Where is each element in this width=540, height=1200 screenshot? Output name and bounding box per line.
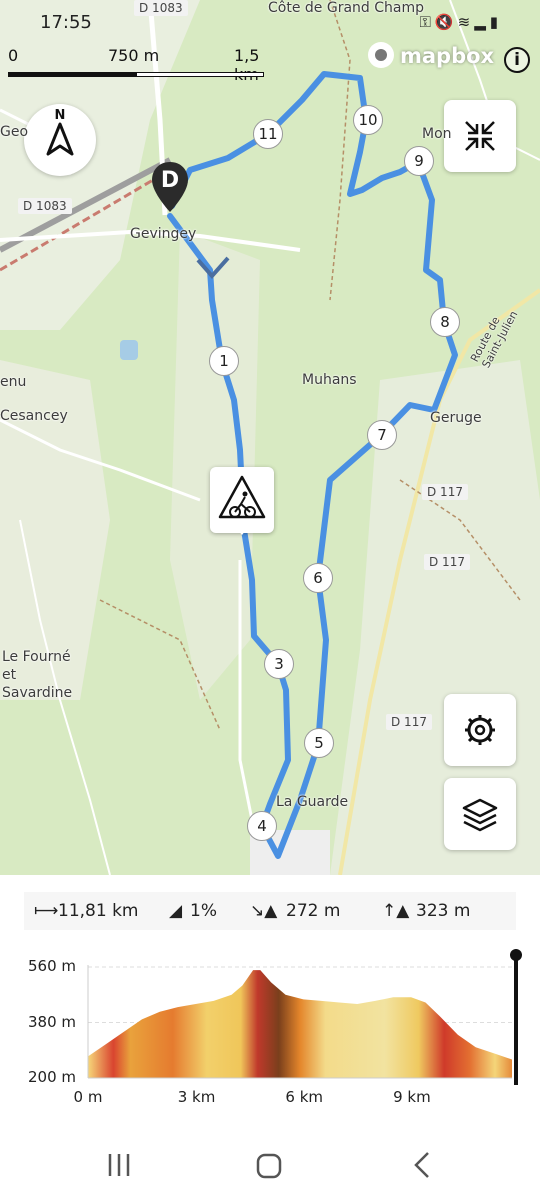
gear-icon [465, 715, 495, 745]
descent-icon: ↘▲ [250, 901, 278, 921]
compass-arrow-icon [46, 122, 74, 156]
place-label: Gevingey [130, 226, 197, 242]
waypoint-marker[interactable]: 7 [367, 420, 397, 450]
distance-icon: ⟼ [34, 901, 59, 921]
info-button[interactable]: i [504, 47, 530, 73]
waypoint-marker[interactable]: 11 [253, 119, 283, 149]
descent-value: 272 m [286, 901, 341, 921]
status-icons: ⚿🔇≋▂▮ [420, 13, 503, 31]
y-tick-label: 560 m [28, 957, 77, 975]
battery-icon: ▮ [489, 13, 502, 31]
waypoint-marker[interactable]: 10 [353, 105, 383, 135]
waypoint-marker[interactable]: 5 [304, 728, 334, 758]
x-tick-label: 0 m [73, 1088, 103, 1106]
scale-end: 1,5 km [234, 46, 260, 84]
cycling-poi-callout[interactable] [210, 467, 274, 535]
road-shield: D 1083 [18, 198, 72, 214]
place-label: Geo [0, 124, 29, 140]
collapse-arrows-icon [465, 121, 495, 151]
place-label: Cesancey [0, 408, 68, 424]
route-stats-bar: ⟼ 11,81 km ◢ 1% ↘▲ 272 m ↑▲ 323 m [24, 892, 516, 930]
wifi-icon: ≋ [457, 13, 475, 31]
elevation-area [88, 970, 512, 1078]
x-tick-label: 9 km [393, 1088, 431, 1106]
road-shield: D 117 [424, 554, 470, 570]
y-tick-label: 200 m [28, 1068, 77, 1086]
place-label: Le Fourné et Savardine [2, 649, 73, 701]
place-label: Mon [422, 126, 452, 142]
distance-value: 11,81 km [58, 901, 139, 921]
mapbox-text: mapbox [400, 44, 495, 68]
elevation-profile[interactable]: 560 m 380 m 200 m 0 m 3 km 6 km 9 km [0, 945, 540, 1115]
cyclist-warning-icon [218, 475, 266, 519]
road-shield: D 117 [422, 484, 468, 500]
map-view[interactable]: 17:55 ⚿🔇≋▂▮ 0 750 m 1,5 km mapbox i N [0, 0, 540, 875]
start-marker-letter: D [160, 168, 180, 193]
mapbox-icon [368, 42, 394, 68]
place-label: La Guarde [276, 794, 349, 810]
mute-icon: 🔇 [434, 13, 458, 31]
back-button[interactable] [414, 1152, 429, 1178]
home-button[interactable] [256, 1153, 282, 1179]
start-marker[interactable]: D [150, 160, 190, 216]
grade-value: 1% [190, 901, 217, 921]
map-scale: 0 750 m 1,5 km [6, 44, 264, 84]
ascent-icon: ↑▲ [382, 901, 410, 921]
waypoint-marker[interactable]: 3 [264, 649, 294, 679]
collapse-map-button[interactable] [444, 100, 516, 172]
layers-icon [462, 798, 498, 832]
scale-mid: 750 m [108, 46, 160, 65]
settings-button[interactable] [444, 694, 516, 766]
y-tick-label: 380 m [28, 1012, 77, 1031]
waypoint-marker[interactable]: 6 [303, 563, 333, 593]
place-label: enu [0, 374, 27, 390]
scale-zero: 0 [8, 46, 19, 65]
signal-icon: ▂ [474, 13, 490, 31]
x-tick-label: 6 km [285, 1088, 324, 1106]
place-label: Geruge [430, 410, 482, 426]
profile-cursor-handle[interactable] [510, 949, 522, 961]
layers-button[interactable] [444, 778, 516, 850]
ascent-value: 323 m [416, 901, 471, 921]
waypoint-marker[interactable]: 1 [209, 346, 239, 376]
road-shield: D 117 [386, 714, 432, 730]
place-label: Muhans [302, 372, 357, 388]
mapbox-logo[interactable]: mapbox [368, 42, 495, 76]
status-time: 17:55 [40, 12, 92, 33]
grade-icon: ◢ [169, 901, 183, 921]
waypoint-marker[interactable]: 9 [404, 146, 434, 176]
recent-apps-button[interactable] [108, 1154, 130, 1176]
scale-bar [8, 72, 264, 77]
place-label: Côte de Grand Champ [268, 0, 424, 16]
x-tick-label: 3 km [177, 1088, 216, 1106]
compass-button[interactable]: N [24, 104, 96, 176]
waypoint-marker[interactable]: 4 [247, 811, 277, 841]
road-shield: D 1083 [134, 0, 188, 16]
waypoint-marker[interactable]: 8 [430, 307, 460, 337]
system-nav-bar [0, 1140, 540, 1190]
